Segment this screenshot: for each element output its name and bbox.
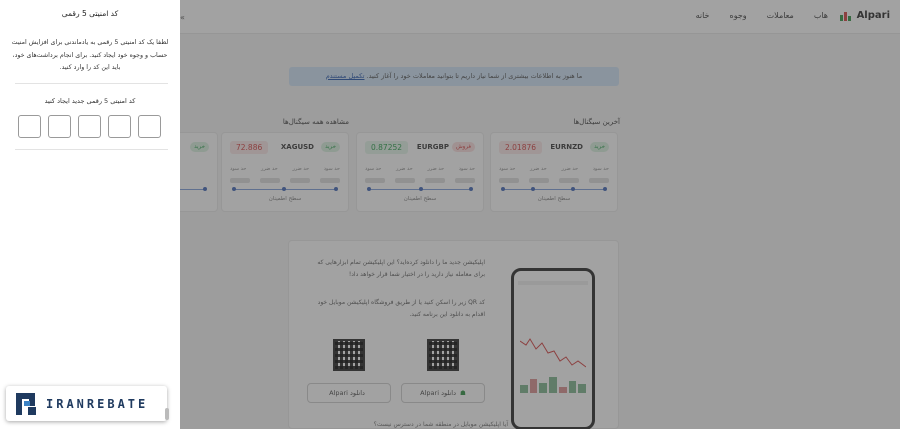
security-code-panel: کد امنیتی 5 رقمی لطفا یک کد امنیتی 5 رقم… [0, 0, 180, 429]
code-digit-input[interactable] [78, 115, 101, 138]
iranrebate-text: IRANREBATE [46, 396, 149, 411]
panel-description: لطفا یک کد امنیتی 5 رقمی به یادماندنی بر… [11, 39, 169, 71]
code-digit-input[interactable] [138, 115, 161, 138]
code-label: کد امنیتی 5 رقمی جدید ایجاد کنید [44, 97, 136, 105]
iranrebate-logo-icon [16, 392, 38, 415]
panel-scrollbar[interactable] [165, 408, 169, 420]
panel-title: کد امنیتی 5 رقمی [61, 9, 119, 18]
code-digit-input[interactable] [18, 115, 41, 138]
divider [15, 83, 168, 84]
code-digit-input[interactable] [108, 115, 131, 138]
code-digit-input[interactable] [48, 115, 71, 138]
divider [15, 149, 168, 150]
code-input-group [18, 115, 161, 138]
iranrebate-watermark: IRANREBATE [6, 386, 167, 421]
